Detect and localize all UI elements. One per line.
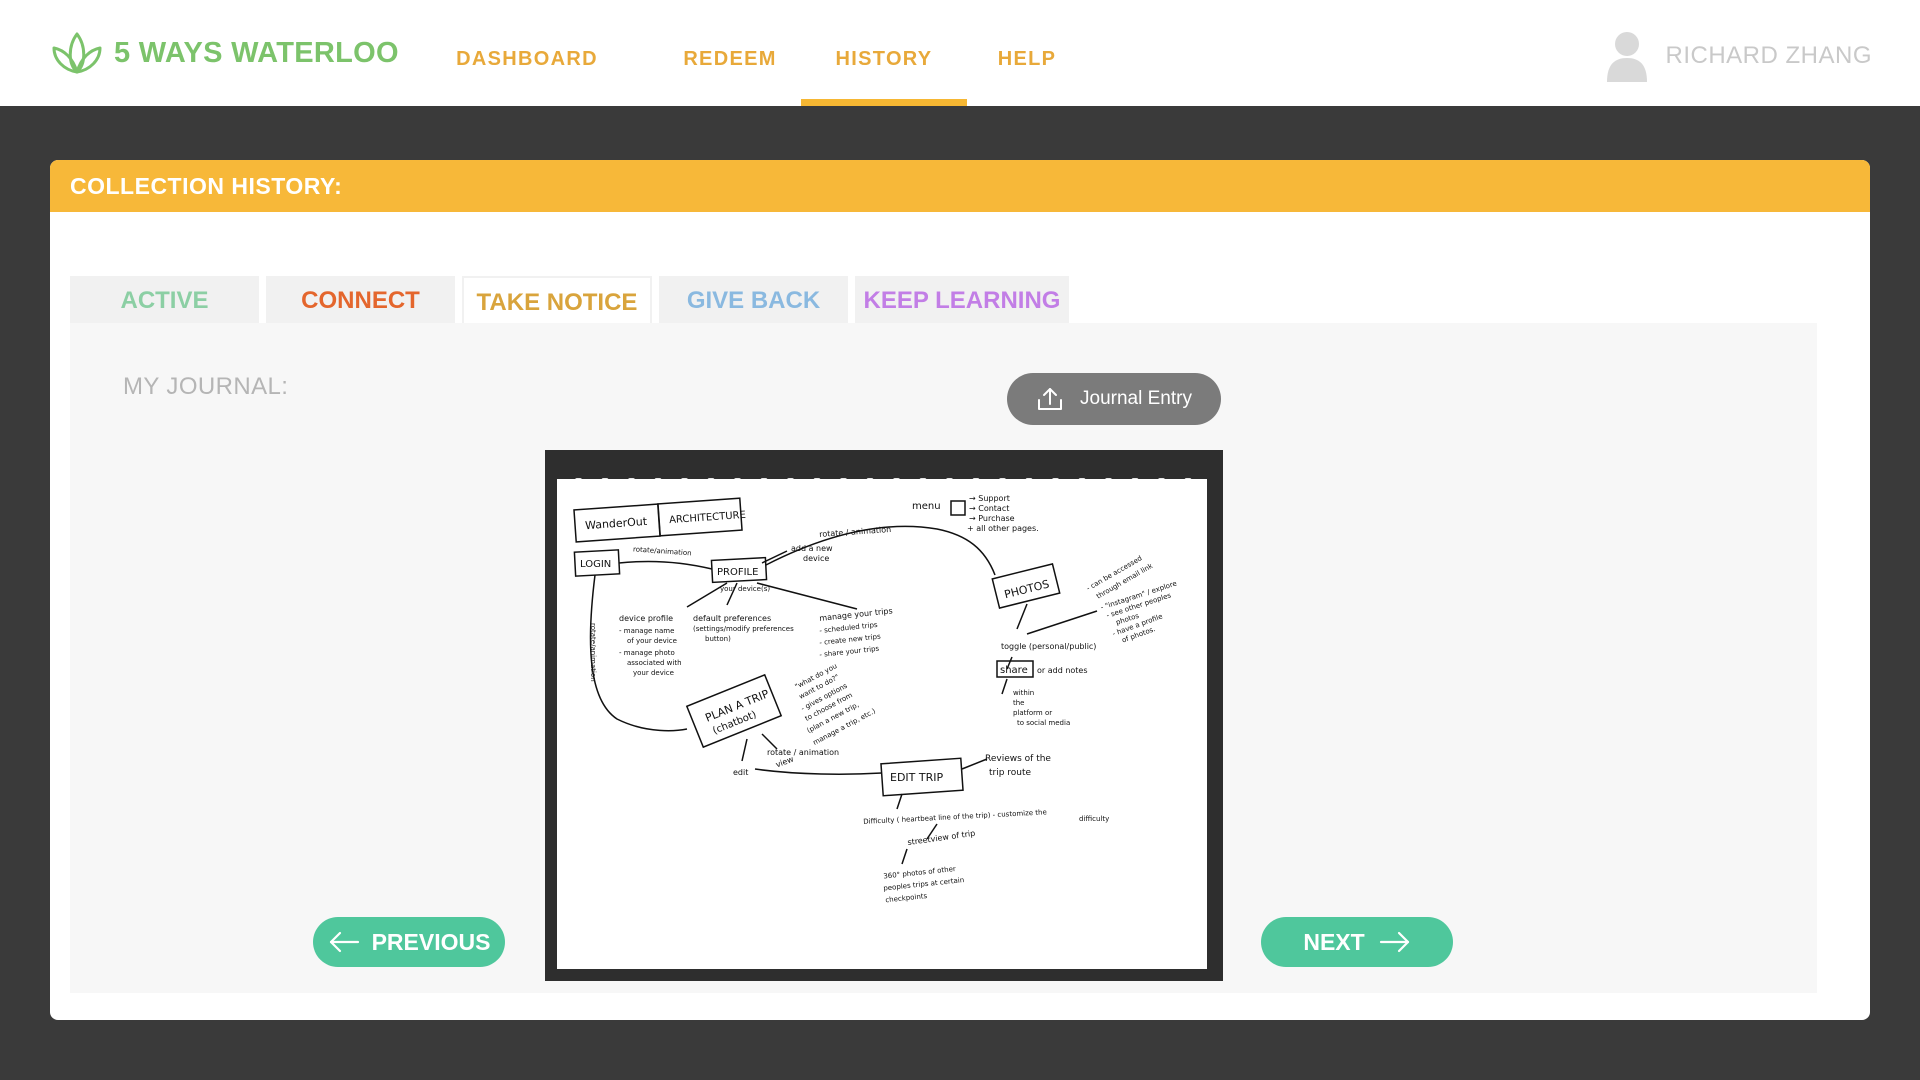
sketch-share: share xyxy=(1000,665,1028,676)
sketch-note: → Support xyxy=(969,494,1010,503)
sketch-note: or add notes xyxy=(1037,666,1088,675)
arrow-left-icon xyxy=(329,931,359,953)
sketch-note: difficulty xyxy=(1079,815,1109,823)
sketch-note: device profile xyxy=(619,614,673,623)
upload-button-label: Journal Entry xyxy=(1080,388,1192,409)
sketch-note: + all other pages. xyxy=(967,524,1039,533)
sketch-note: within xyxy=(1013,689,1034,697)
sketch-note: checkpoints xyxy=(885,892,928,904)
sketch-note: - manage photo xyxy=(619,649,675,657)
previous-button[interactable]: PREVIOUS xyxy=(313,917,505,967)
tab-connect[interactable]: CONNECT xyxy=(266,276,455,323)
user-name: RICHARD ZHANG xyxy=(1665,41,1872,69)
sketch-note: your device xyxy=(633,669,674,677)
sketch-note: default preferences xyxy=(693,614,771,623)
sketch-profile: PROFILE xyxy=(717,567,758,578)
upload-journal-entry-button[interactable]: Journal Entry xyxy=(1007,373,1221,425)
sketch-note: the xyxy=(1013,699,1025,707)
top-navigation-bar: 5 WAYS WATERLOO DASHBOARD REDEEM HISTORY… xyxy=(0,0,1920,106)
previous-label: PREVIOUS xyxy=(371,928,491,955)
journal-image-frame: WanderOut ARCHITECTURE LOGIN PROFILE PHO… xyxy=(545,450,1223,981)
sketch-note: - manage name xyxy=(619,627,674,635)
sketch-note: rotate / animation xyxy=(767,748,839,757)
sketch-note: rotate / animation xyxy=(819,525,892,539)
tab-active[interactable]: ACTIVE xyxy=(70,276,259,323)
sketch-note: your device(s) xyxy=(720,585,770,593)
sketch-note: of your device xyxy=(627,637,677,645)
tab-keep-learning[interactable]: KEEP LEARNING xyxy=(855,276,1069,323)
journal-panel: MY JOURNAL: Journal Entry WanderOut ARCH… xyxy=(70,323,1817,993)
sketch-note: trip route xyxy=(989,768,1032,778)
sketch-note: streetview of trip xyxy=(907,829,976,847)
sketch-title-left: WanderOut xyxy=(585,515,649,532)
user-menu[interactable]: RICHARD ZHANG xyxy=(1605,28,1872,83)
brand-name: 5 WAYS WATERLOO xyxy=(114,36,399,69)
sketch-note: edit xyxy=(733,768,748,777)
user-avatar-icon xyxy=(1607,31,1648,82)
tab-take-notice[interactable]: TAKE NOTICE xyxy=(462,276,652,323)
brand-logo[interactable]: 5 WAYS WATERLOO xyxy=(48,30,399,76)
sketch-note: device xyxy=(803,554,829,563)
sketch-note: → Purchase xyxy=(969,514,1015,523)
arrow-right-icon xyxy=(1379,931,1409,953)
next-label: NEXT xyxy=(1303,928,1365,955)
sketch-title-right: ARCHITECTURE xyxy=(669,510,746,526)
nav-redeem[interactable]: REDEEM xyxy=(670,0,790,106)
sketch-note: (settings/modify preferences xyxy=(693,625,794,633)
nav-history[interactable]: HISTORY xyxy=(801,0,967,106)
sketch-note: button) xyxy=(705,635,731,643)
sketch-note: Difficulty ( heartbeat line of the trip)… xyxy=(863,808,1047,826)
sketch-note: platform or xyxy=(1013,709,1052,717)
sketch-login: LOGIN xyxy=(580,559,611,570)
sketch-note: Reviews of the xyxy=(985,754,1051,764)
nav-help[interactable]: HELP xyxy=(990,0,1064,106)
upload-icon xyxy=(1038,388,1063,410)
sketch-note: to social media xyxy=(1017,719,1070,727)
sketch-menu: menu xyxy=(912,501,941,512)
sketch-note: - share your trips xyxy=(819,645,880,659)
sketch-note: rotate/animation xyxy=(633,545,692,557)
journal-sketch-image: WanderOut ARCHITECTURE LOGIN PROFILE PHO… xyxy=(557,479,1207,969)
tab-give-back[interactable]: GIVE BACK xyxy=(659,276,848,323)
sketch-note: add a new xyxy=(791,544,833,553)
journal-label: MY JOURNAL: xyxy=(123,373,289,400)
collection-history-card: COLLECTION HISTORY: ACTIVE CONNECT TAKE … xyxy=(50,160,1870,1020)
sketch-edit-trip: EDIT TRIP xyxy=(890,771,943,784)
sketch-note: toggle (personal/public) xyxy=(1001,642,1096,651)
sketch-note: → Contact xyxy=(969,504,1009,513)
nav-dashboard[interactable]: DASHBOARD xyxy=(447,0,607,106)
sketch-note: rotate/animation xyxy=(589,623,597,682)
sketch-note: associated with xyxy=(627,659,682,667)
collection-history-header: COLLECTION HISTORY: xyxy=(50,160,1870,212)
next-button[interactable]: NEXT xyxy=(1261,917,1453,967)
lotus-icon xyxy=(52,32,102,74)
architecture-sketch: WanderOut ARCHITECTURE LOGIN PROFILE PHO… xyxy=(573,494,1178,904)
